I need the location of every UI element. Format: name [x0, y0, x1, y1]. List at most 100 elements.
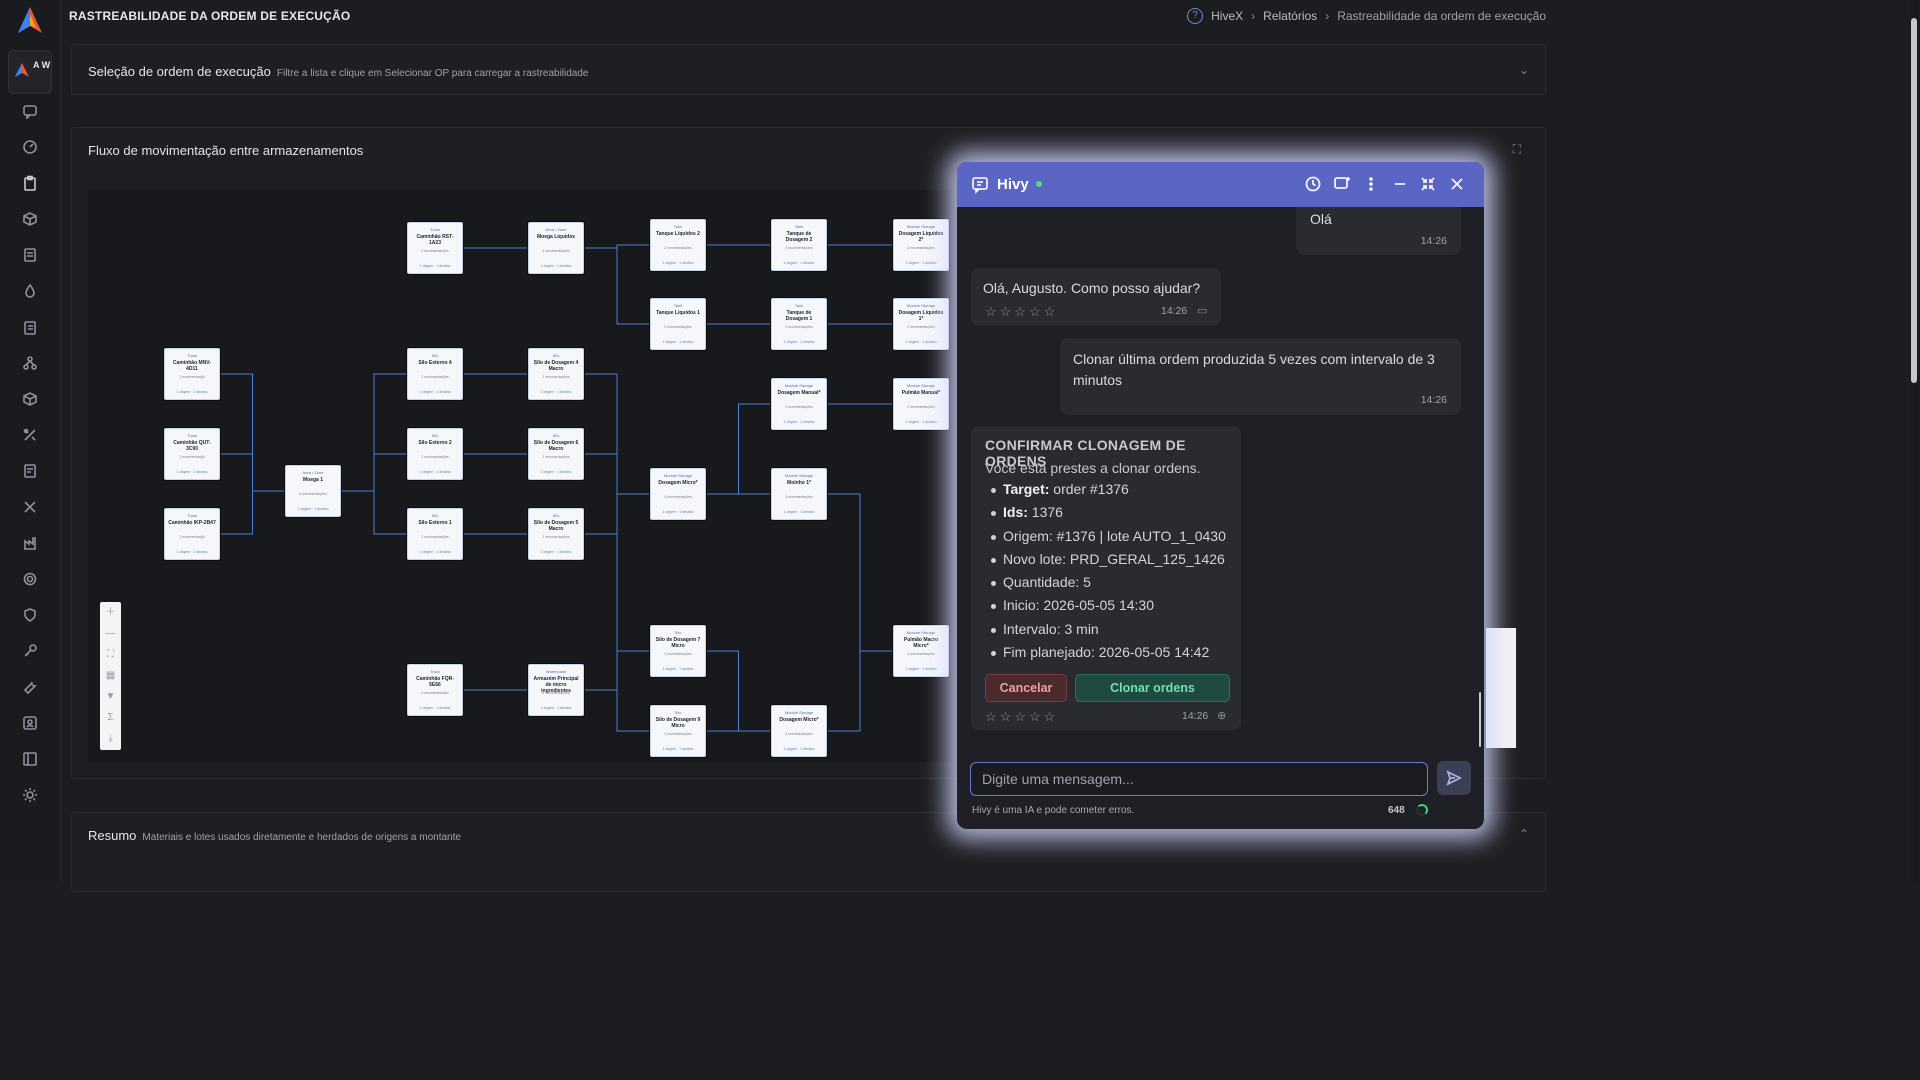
filter-icon[interactable]: ▼ [100, 686, 121, 707]
cancel-button[interactable]: Cancelar [985, 674, 1067, 702]
flow-node[interactable]: Module Storage Dosagem Micro* 2 movimentaç… [771, 705, 827, 757]
breadcrumb-hivex[interactable]: HiveX [1211, 9, 1243, 23]
message-input-wrapper [970, 762, 1428, 796]
node-footer: 1 origem · 1 destino [662, 261, 694, 265]
page-scrollbar-thumb[interactable] [1911, 18, 1917, 383]
droplet-icon[interactable] [22, 283, 38, 299]
flow-node[interactable]: Tank Tanque de Dosagem 1 2 movimentações 1 … [771, 298, 827, 350]
flow-node[interactable]: Warehouse Armazém Principal de micro ingr… [528, 664, 584, 716]
tools-icon[interactable] [22, 427, 38, 443]
send-button[interactable] [1437, 761, 1471, 795]
chat-icon[interactable] [22, 103, 38, 120]
node-name: Tanque de Dosagem 1 [785, 310, 813, 322]
file-icon[interactable] [22, 463, 38, 479]
feedback-icon[interactable]: ▭ [1197, 304, 1207, 317]
user-badge-icon[interactable] [22, 715, 38, 731]
flow-node[interactable]: Module Storage Dosagem Manual* 2 movimenta… [771, 378, 827, 430]
flow-node[interactable]: Area / Zone Moega 1 6 movimentações 1 orige… [285, 465, 341, 517]
factory-icon[interactable] [22, 535, 38, 551]
node-movements: 6 movimentações [299, 492, 327, 496]
flask-icon[interactable] [22, 355, 38, 371]
wrench-icon[interactable] [22, 679, 38, 695]
zoom-in-icon[interactable]: ＋ [100, 602, 121, 623]
chevron-up-icon[interactable]: ⌃ [1519, 827, 1529, 841]
chat-scrollbar[interactable] [1478, 207, 1482, 752]
history-icon[interactable] [1304, 175, 1322, 193]
chevron-down-icon[interactable]: ⌄ [1519, 63, 1529, 77]
selection-panel[interactable]: Seleção de ordem de execução Filtre a lis… [71, 44, 1546, 95]
node-name: Caminhão FQR-5E66 [416, 676, 454, 688]
close-icon[interactable] [1448, 175, 1466, 193]
flow-node[interactable]: Silo Silo de Dosagem 5 Macro 2 movimentaçõ… [528, 508, 584, 560]
minimize-icon[interactable] [1391, 175, 1409, 193]
rating-stars[interactable]: ☆☆☆☆☆ [985, 709, 1058, 725]
document-icon[interactable] [22, 247, 38, 263]
org-avatar[interactable]: A W [8, 50, 52, 94]
clone-orders-button[interactable]: Clonar ordens [1075, 674, 1230, 702]
clipboard-icon[interactable] [22, 175, 38, 191]
flow-node[interactable]: Truck Caminhão MNV-4D11 1 movimentação 1 or… [164, 348, 220, 400]
breadcrumb-relatorios[interactable]: Relatórios [1263, 9, 1317, 23]
node-footer: 1 origem · 1 destino [662, 667, 694, 671]
node-type: Silo [674, 710, 682, 715]
flow-node[interactable]: Tank Tanque de Dosagem 2 2 movimentações 1 … [771, 219, 827, 271]
flow-node[interactable]: Silo Silo Externo 4 2 movimentações 1 orige… [407, 348, 463, 400]
detail-value: Inicio: 2026-05-05 14:30 [1003, 597, 1154, 614]
sum-icon[interactable]: Σ [100, 707, 121, 728]
node-movements: 2 movimentações [542, 535, 570, 539]
node-name: Pulmão Manual* [901, 390, 941, 396]
box-icon[interactable] [22, 211, 38, 227]
chat-scrollbar-thumb[interactable] [1479, 692, 1481, 747]
hivex-logo[interactable] [17, 6, 43, 34]
flow-node[interactable]: Silo Silo de Dosagem 6 Macro 2 movimentaçõ… [528, 428, 584, 480]
flow-node[interactable]: Module Storage Dosagem Líquidos 2* 2 movim… [893, 219, 949, 271]
feedback-icon[interactable]: ⊕ [1217, 709, 1226, 722]
flow-node[interactable]: Truck Caminhão FQR-5E66 4 movimentações 1 o… [407, 664, 463, 716]
gear-icon[interactable] [22, 571, 38, 587]
flow-node[interactable]: Silo Silo de Dosagem 9 Micro 2 movimentaçõ… [650, 705, 706, 757]
flow-node[interactable]: Module Storage Pulmão Macro Micro* 4 movim… [893, 625, 949, 677]
key-icon[interactable] [22, 643, 38, 659]
sun-icon[interactable] [22, 787, 38, 803]
clipboard-list-icon[interactable] [22, 319, 38, 335]
more-options-icon[interactable] [1362, 175, 1380, 193]
zoom-out-icon[interactable]: — [100, 623, 121, 644]
rating-stars[interactable]: ☆☆☆☆☆ [985, 304, 1058, 320]
panel-icon[interactable] [22, 751, 38, 767]
help-icon[interactable]: ? [1187, 8, 1204, 24]
flow-node[interactable]: Truck Caminhão QUT-3C90 1 movimentação 1 or… [164, 428, 220, 480]
page-scrollbar[interactable] [1910, 0, 1918, 882]
topbar: RASTREABILIDADE DA ORDEM DE EXECUÇÃO ? H… [61, 0, 1556, 33]
gauge-icon[interactable] [22, 139, 38, 155]
flow-node[interactable]: Module Storage Dosagem Líquidos 1* 2 movim… [893, 298, 949, 350]
flow-node[interactable]: Silo Silo Externo 1 2 movimentações 1 orige… [407, 508, 463, 560]
node-type: Module Storage [784, 710, 814, 715]
fit-view-icon[interactable]: ⛶ [100, 644, 121, 665]
node-footer: 1 origem · 1 destino [662, 340, 694, 344]
download-icon[interactable]: ⤓ [100, 728, 121, 749]
flow-node[interactable]: Module Storage Dosagem Micro* 4 movimentaç… [650, 468, 706, 520]
chat-messages[interactable]: Olá 14:26 Olá, Augusto. Como posso ajuda… [957, 207, 1484, 752]
flow-node[interactable]: Silo Silo Externo 2 2 movimentações 1 orige… [407, 428, 463, 480]
tools-alt-icon[interactable] [22, 499, 38, 515]
shield-icon[interactable] [22, 607, 38, 623]
node-movements: 2 movimentações [542, 375, 570, 379]
flow-node[interactable]: Truck Caminhão RST-1A23 3 movimentações 1 o… [407, 222, 463, 274]
flow-node[interactable]: Tank Tanque Líquidos 2 2 movimentações 1 or… [650, 219, 706, 271]
node-movements: 4 movimentações [907, 652, 935, 656]
flow-canvas[interactable]: Truck Caminhão RST-1A23 3 movimentações 1 o… [88, 190, 950, 762]
message-input[interactable] [971, 763, 1427, 795]
flow-node[interactable]: Silo Silo de Dosagem 4 Macro 2 movimentaçõ… [528, 348, 584, 400]
flow-node[interactable]: Truck Caminhão IKP-2B47 1 movimentação 1 or… [164, 508, 220, 560]
flow-node[interactable]: Tank Tanque Líquidos 1 2 movimentações 1 or… [650, 298, 706, 350]
expand-icon[interactable]: ⛶ [1513, 142, 1521, 157]
flow-node[interactable]: Silo Silo de Dosagem 7 Micro 2 movimentaçõ… [650, 625, 706, 677]
package-icon[interactable] [22, 391, 38, 407]
new-chat-icon[interactable] [1333, 175, 1351, 193]
flow-node[interactable]: Area / Zone Moega Líquidos 4 movimentações… [528, 222, 584, 274]
node-type: Tank [794, 303, 804, 308]
collapse-icon[interactable] [1419, 175, 1437, 193]
grid-icon[interactable]: ▦ [100, 665, 121, 686]
flow-node[interactable]: Module Storage Moinho 1* 3 movimentações 1 … [771, 468, 827, 520]
flow-node[interactable]: Module Storage Pulmão Manual* 2 movimentaç… [893, 378, 949, 430]
